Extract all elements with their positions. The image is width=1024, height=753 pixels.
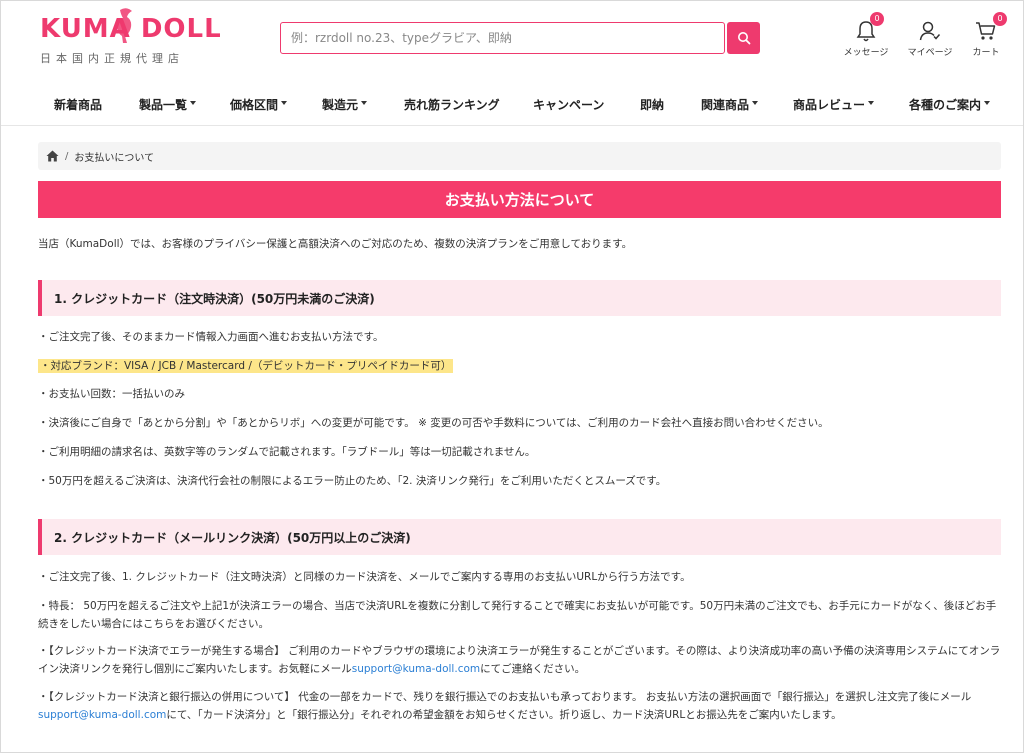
- chevron-down-icon: [281, 100, 288, 105]
- section-1-brands-line: ・対応ブランド：VISA / JCB / Mastercard /（デビットカー…: [38, 357, 454, 375]
- support-email-link[interactable]: support@kuma-doll.com: [38, 709, 166, 721]
- cart-button[interactable]: 0 カート: [956, 12, 1016, 58]
- nav-in-stock[interactable]: 即納: [640, 96, 664, 113]
- section-1-line-1: ・ご注文完了後、そのままカード情報入力画面へ進むお支払い方法です。: [38, 331, 384, 343]
- section-2-para-4: ・【クレジットカード決済と銀行振込の併用について】 代金の一部をカードで、残りを…: [38, 691, 972, 721]
- breadcrumb-current: お支払いについて: [74, 152, 155, 164]
- mypage-label: マイページ: [907, 48, 953, 58]
- nav-reviews[interactable]: 商品レビュー: [793, 96, 875, 113]
- cart-badge: 0: [993, 12, 1007, 26]
- nav-campaign[interactable]: キャンペーン: [533, 96, 604, 113]
- nav-guide[interactable]: 各種のご案内: [909, 96, 991, 113]
- section-2-para-3: ・【クレジットカード決済でエラーが発生する場合】 ご利用のカードやブラウザの環境…: [38, 645, 1001, 675]
- chevron-down-icon: [752, 100, 759, 105]
- nav-products[interactable]: 製品一覧: [139, 96, 197, 113]
- nav-price-range[interactable]: 価格区間: [230, 96, 288, 113]
- section-1-line-4: ・決済後にご自身で「あとから分割」や「あとからリボ」への変更が可能です。 ※ 変…: [38, 417, 829, 429]
- section-1-line-6: ・50万円を超えるご決済は、決済代行会社の制限によるエラー防止のため、「2. 決…: [38, 475, 667, 487]
- site-header: KUMADOLL 日本国内正規代理店 0 メッセージ: [0, 0, 1024, 126]
- logo-right-text: DOLL: [140, 14, 222, 44]
- section-1-heading: 1. クレジットカード（注文時決済）(50万円未満のご決済): [38, 280, 1001, 316]
- chevron-down-icon: [361, 100, 368, 105]
- messages-label: メッセージ: [843, 48, 889, 58]
- nav-related[interactable]: 関連商品: [701, 96, 759, 113]
- intro-text: 当店（KumaDoll）では、お客様のプライバシー保護と高額決済へのご対応のため…: [38, 238, 633, 250]
- site-logo[interactable]: KUMA DOLL 日本国内正規代理店: [40, 6, 221, 70]
- messages-button[interactable]: 0 メッセージ: [836, 12, 896, 58]
- section-2-heading: 2. クレジットカード（メールリンク決済）(50万円以上のご決済): [38, 519, 1001, 555]
- logo-subtitle: 日本国内正規代理店: [40, 52, 184, 65]
- page-title: お支払い方法について: [38, 181, 1001, 218]
- mypage-button[interactable]: マイページ: [900, 14, 960, 58]
- chevron-down-icon: [868, 100, 875, 105]
- section-1-line-5: ・ご利用明細の請求名は、英数字等のランダムで記載されます。「ラブドール」等は一切…: [38, 446, 536, 458]
- search-input[interactable]: [281, 23, 724, 53]
- nav-ranking[interactable]: 売れ筋ランキング: [404, 96, 500, 113]
- breadcrumb: / お支払いについて: [38, 142, 1001, 170]
- nav-new-arrivals[interactable]: 新着商品: [54, 96, 102, 113]
- messages-badge: 0: [870, 12, 884, 26]
- section-2-para-1: ・ご注文完了後、1. クレジットカード（注文時決済）と同様のカード決済を、メール…: [38, 571, 691, 583]
- main-nav: 新着商品 製品一覧 価格区間 製造元 売れ筋ランキング キャンペーン 即納 関連…: [0, 82, 1024, 126]
- highlighted-text: ・対応ブランド：VISA / JCB / Mastercard /（デビットカー…: [38, 359, 454, 373]
- logo-figure-icon: [117, 8, 132, 44]
- cart-label: カート: [972, 48, 1000, 58]
- search-box: [280, 22, 725, 54]
- user-icon: [919, 21, 941, 41]
- section-2-para-2: ・特長： 50万円を超えるご注文や上記1が決済エラーの場合、当店で決済URLを複…: [38, 600, 997, 630]
- search-button[interactable]: [727, 22, 760, 54]
- search-icon: [737, 32, 750, 45]
- section-1-line-3: ・お支払い回数：一括払いのみ: [38, 388, 185, 400]
- support-email-link[interactable]: support@kuma-doll.com: [352, 663, 480, 675]
- chevron-down-icon: [190, 100, 197, 105]
- nav-manufacturer[interactable]: 製造元: [322, 96, 368, 113]
- breadcrumb-separator: /: [65, 150, 69, 162]
- home-icon[interactable]: [46, 150, 59, 162]
- chevron-down-icon: [984, 100, 991, 105]
